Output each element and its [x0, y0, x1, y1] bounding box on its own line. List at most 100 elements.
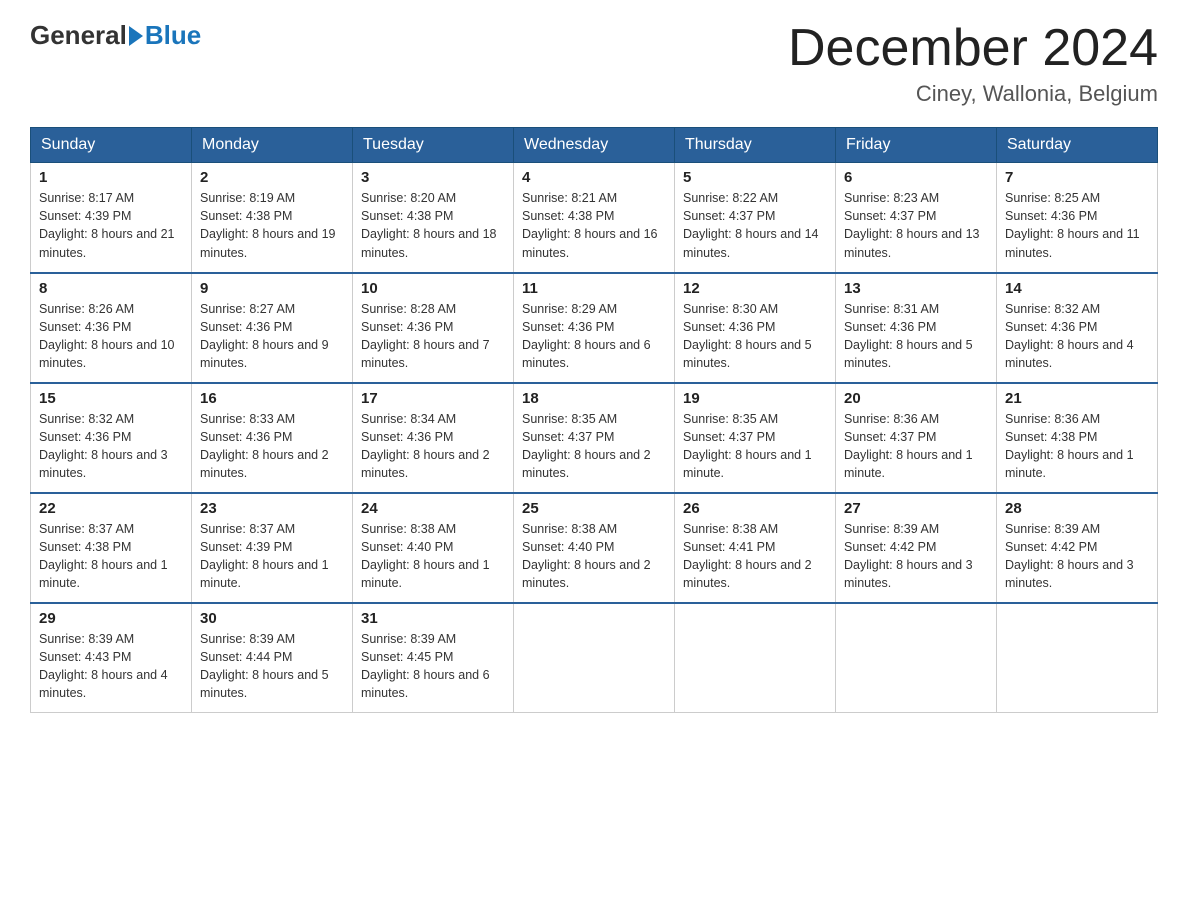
table-row: 27 Sunrise: 8:39 AM Sunset: 4:42 PM Dayl…: [836, 493, 997, 603]
page-header: General Blue December 2024 Ciney, Wallon…: [30, 20, 1158, 107]
table-row: 15 Sunrise: 8:32 AM Sunset: 4:36 PM Dayl…: [31, 383, 192, 493]
table-row: 30 Sunrise: 8:39 AM Sunset: 4:44 PM Dayl…: [192, 603, 353, 713]
day-info: Sunrise: 8:22 AM Sunset: 4:37 PM Dayligh…: [683, 189, 827, 262]
day-number: 7: [1005, 169, 1149, 186]
table-row: 31 Sunrise: 8:39 AM Sunset: 4:45 PM Dayl…: [353, 603, 514, 713]
day-number: 8: [39, 280, 183, 297]
day-info: Sunrise: 8:39 AM Sunset: 4:42 PM Dayligh…: [1005, 520, 1149, 593]
table-row: 3 Sunrise: 8:20 AM Sunset: 4:38 PM Dayli…: [353, 163, 514, 273]
table-row: 29 Sunrise: 8:39 AM Sunset: 4:43 PM Dayl…: [31, 603, 192, 713]
day-info: Sunrise: 8:39 AM Sunset: 4:42 PM Dayligh…: [844, 520, 988, 593]
calendar-week-row: 1 Sunrise: 8:17 AM Sunset: 4:39 PM Dayli…: [31, 163, 1158, 273]
table-row: 13 Sunrise: 8:31 AM Sunset: 4:36 PM Dayl…: [836, 273, 997, 383]
table-row: 6 Sunrise: 8:23 AM Sunset: 4:37 PM Dayli…: [836, 163, 997, 273]
calendar-week-row: 29 Sunrise: 8:39 AM Sunset: 4:43 PM Dayl…: [31, 603, 1158, 713]
header-wednesday: Wednesday: [514, 128, 675, 163]
table-row: 4 Sunrise: 8:21 AM Sunset: 4:38 PM Dayli…: [514, 163, 675, 273]
day-info: Sunrise: 8:39 AM Sunset: 4:44 PM Dayligh…: [200, 630, 344, 703]
table-row: 12 Sunrise: 8:30 AM Sunset: 4:36 PM Dayl…: [675, 273, 836, 383]
day-info: Sunrise: 8:23 AM Sunset: 4:37 PM Dayligh…: [844, 189, 988, 262]
table-row: 8 Sunrise: 8:26 AM Sunset: 4:36 PM Dayli…: [31, 273, 192, 383]
day-info: Sunrise: 8:29 AM Sunset: 4:36 PM Dayligh…: [522, 300, 666, 373]
day-number: 29: [39, 610, 183, 627]
table-row: 16 Sunrise: 8:33 AM Sunset: 4:36 PM Dayl…: [192, 383, 353, 493]
header-sunday: Sunday: [31, 128, 192, 163]
table-row: 2 Sunrise: 8:19 AM Sunset: 4:38 PM Dayli…: [192, 163, 353, 273]
day-info: Sunrise: 8:26 AM Sunset: 4:36 PM Dayligh…: [39, 300, 183, 373]
logo: General Blue: [30, 20, 201, 51]
day-info: Sunrise: 8:39 AM Sunset: 4:43 PM Dayligh…: [39, 630, 183, 703]
day-number: 23: [200, 500, 344, 517]
day-number: 19: [683, 390, 827, 407]
day-info: Sunrise: 8:30 AM Sunset: 4:36 PM Dayligh…: [683, 300, 827, 373]
calendar-week-row: 8 Sunrise: 8:26 AM Sunset: 4:36 PM Dayli…: [31, 273, 1158, 383]
header-friday: Friday: [836, 128, 997, 163]
day-number: 22: [39, 500, 183, 517]
logo-arrow-icon: [129, 26, 143, 46]
day-number: 2: [200, 169, 344, 186]
table-row: 25 Sunrise: 8:38 AM Sunset: 4:40 PM Dayl…: [514, 493, 675, 603]
day-number: 24: [361, 500, 505, 517]
location-text: Ciney, Wallonia, Belgium: [788, 81, 1158, 107]
table-row: 26 Sunrise: 8:38 AM Sunset: 4:41 PM Dayl…: [675, 493, 836, 603]
day-number: 27: [844, 500, 988, 517]
table-row: 7 Sunrise: 8:25 AM Sunset: 4:36 PM Dayli…: [997, 163, 1158, 273]
day-info: Sunrise: 8:38 AM Sunset: 4:40 PM Dayligh…: [522, 520, 666, 593]
day-info: Sunrise: 8:36 AM Sunset: 4:37 PM Dayligh…: [844, 410, 988, 483]
day-number: 9: [200, 280, 344, 297]
day-number: 12: [683, 280, 827, 297]
header-saturday: Saturday: [997, 128, 1158, 163]
table-row: 18 Sunrise: 8:35 AM Sunset: 4:37 PM Dayl…: [514, 383, 675, 493]
day-number: 25: [522, 500, 666, 517]
table-row: [997, 603, 1158, 713]
table-row: [836, 603, 997, 713]
table-row: 22 Sunrise: 8:37 AM Sunset: 4:38 PM Dayl…: [31, 493, 192, 603]
day-info: Sunrise: 8:19 AM Sunset: 4:38 PM Dayligh…: [200, 189, 344, 262]
day-number: 30: [200, 610, 344, 627]
day-info: Sunrise: 8:38 AM Sunset: 4:41 PM Dayligh…: [683, 520, 827, 593]
day-info: Sunrise: 8:35 AM Sunset: 4:37 PM Dayligh…: [683, 410, 827, 483]
day-info: Sunrise: 8:27 AM Sunset: 4:36 PM Dayligh…: [200, 300, 344, 373]
day-info: Sunrise: 8:28 AM Sunset: 4:36 PM Dayligh…: [361, 300, 505, 373]
table-row: [514, 603, 675, 713]
logo-general-text: General: [30, 20, 127, 51]
day-number: 26: [683, 500, 827, 517]
day-number: 10: [361, 280, 505, 297]
table-row: 17 Sunrise: 8:34 AM Sunset: 4:36 PM Dayl…: [353, 383, 514, 493]
calendar-week-row: 22 Sunrise: 8:37 AM Sunset: 4:38 PM Dayl…: [31, 493, 1158, 603]
table-row: 28 Sunrise: 8:39 AM Sunset: 4:42 PM Dayl…: [997, 493, 1158, 603]
day-number: 6: [844, 169, 988, 186]
table-row: 10 Sunrise: 8:28 AM Sunset: 4:36 PM Dayl…: [353, 273, 514, 383]
day-number: 13: [844, 280, 988, 297]
calendar-table: Sunday Monday Tuesday Wednesday Thursday…: [30, 127, 1158, 713]
day-info: Sunrise: 8:38 AM Sunset: 4:40 PM Dayligh…: [361, 520, 505, 593]
logo-blue-text: Blue: [145, 20, 201, 51]
header-monday: Monday: [192, 128, 353, 163]
table-row: 5 Sunrise: 8:22 AM Sunset: 4:37 PM Dayli…: [675, 163, 836, 273]
day-number: 15: [39, 390, 183, 407]
day-number: 31: [361, 610, 505, 627]
day-info: Sunrise: 8:35 AM Sunset: 4:37 PM Dayligh…: [522, 410, 666, 483]
day-number: 3: [361, 169, 505, 186]
day-number: 1: [39, 169, 183, 186]
day-number: 11: [522, 280, 666, 297]
day-number: 14: [1005, 280, 1149, 297]
day-number: 18: [522, 390, 666, 407]
day-info: Sunrise: 8:37 AM Sunset: 4:39 PM Dayligh…: [200, 520, 344, 593]
day-info: Sunrise: 8:39 AM Sunset: 4:45 PM Dayligh…: [361, 630, 505, 703]
weekday-header-row: Sunday Monday Tuesday Wednesday Thursday…: [31, 128, 1158, 163]
header-tuesday: Tuesday: [353, 128, 514, 163]
day-number: 21: [1005, 390, 1149, 407]
day-info: Sunrise: 8:37 AM Sunset: 4:38 PM Dayligh…: [39, 520, 183, 593]
day-info: Sunrise: 8:17 AM Sunset: 4:39 PM Dayligh…: [39, 189, 183, 262]
day-info: Sunrise: 8:36 AM Sunset: 4:38 PM Dayligh…: [1005, 410, 1149, 483]
day-info: Sunrise: 8:25 AM Sunset: 4:36 PM Dayligh…: [1005, 189, 1149, 262]
table-row: 19 Sunrise: 8:35 AM Sunset: 4:37 PM Dayl…: [675, 383, 836, 493]
table-row: 23 Sunrise: 8:37 AM Sunset: 4:39 PM Dayl…: [192, 493, 353, 603]
day-info: Sunrise: 8:33 AM Sunset: 4:36 PM Dayligh…: [200, 410, 344, 483]
day-info: Sunrise: 8:20 AM Sunset: 4:38 PM Dayligh…: [361, 189, 505, 262]
table-row: 20 Sunrise: 8:36 AM Sunset: 4:37 PM Dayl…: [836, 383, 997, 493]
day-info: Sunrise: 8:32 AM Sunset: 4:36 PM Dayligh…: [39, 410, 183, 483]
table-row: 9 Sunrise: 8:27 AM Sunset: 4:36 PM Dayli…: [192, 273, 353, 383]
month-title: December 2024: [788, 20, 1158, 77]
